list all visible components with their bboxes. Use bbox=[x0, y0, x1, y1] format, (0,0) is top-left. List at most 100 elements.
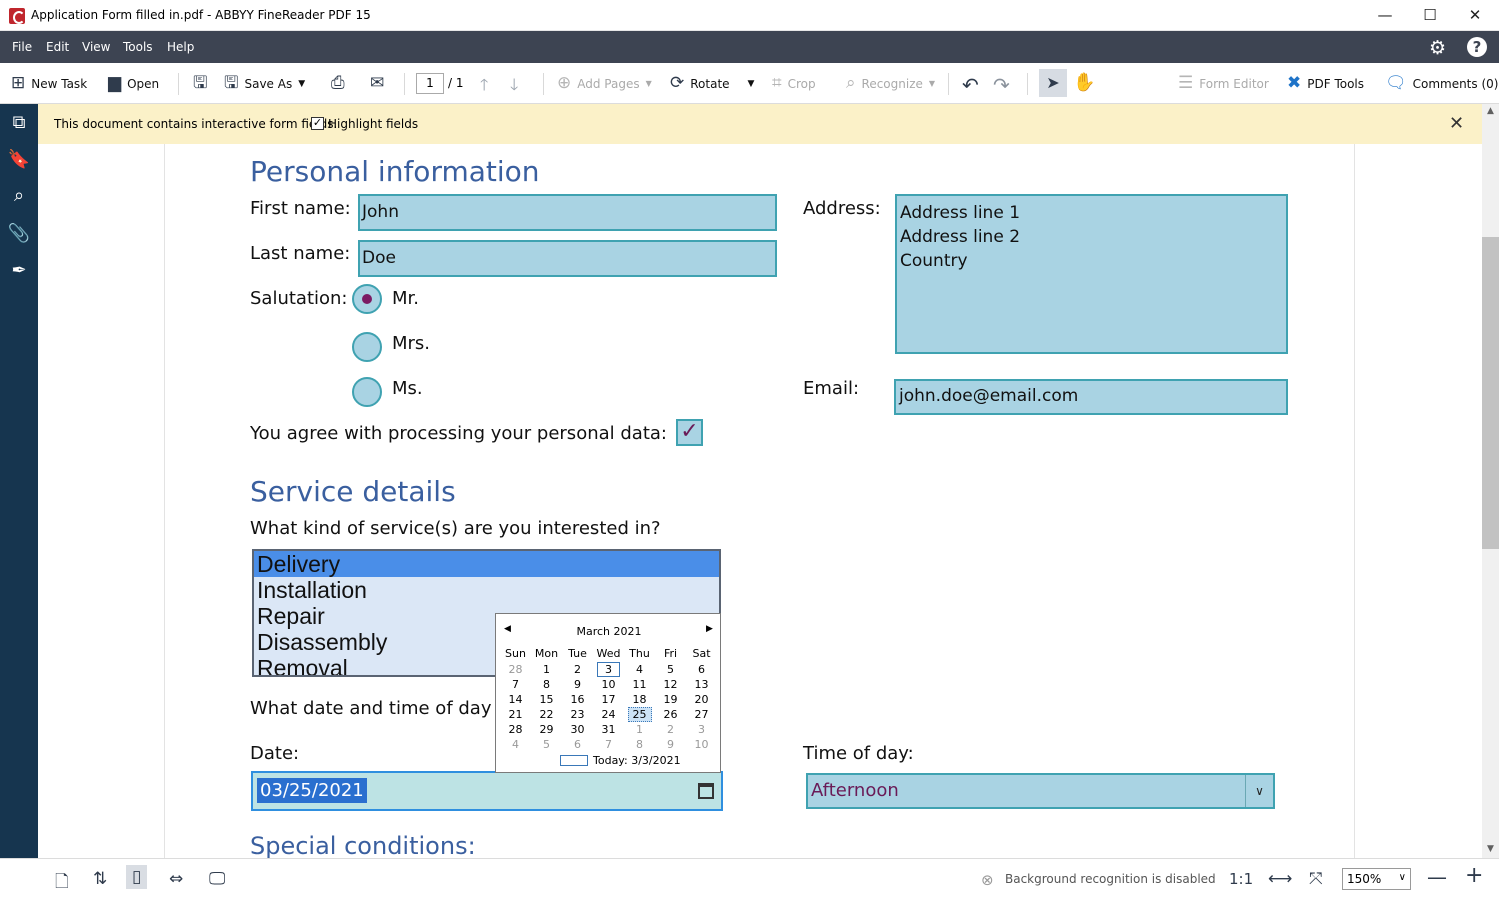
time-of-day-dropdown[interactable]: Afternoon ∨ bbox=[806, 773, 1275, 809]
calendar-day[interactable]: 22 bbox=[531, 708, 562, 721]
menu-file[interactable]: File bbox=[12, 40, 32, 54]
add-pages-button[interactable]: ⊕ Add Pages ▼ bbox=[557, 63, 652, 104]
email-button[interactable]: ✉ bbox=[370, 63, 384, 104]
calendar-day[interactable]: 5 bbox=[531, 738, 562, 751]
calendar-day[interactable]: 4 bbox=[500, 738, 531, 751]
zoom-out-icon[interactable]: — bbox=[1427, 865, 1447, 889]
salutation-mrs-radio[interactable] bbox=[352, 332, 382, 362]
calendar-day[interactable]: 27 bbox=[686, 708, 717, 721]
next-month-arrow-icon[interactable]: ▶ bbox=[706, 624, 713, 634]
calendar-day[interactable]: 19 bbox=[655, 693, 686, 706]
calendar-day[interactable]: 3 bbox=[593, 662, 624, 677]
calendar-day[interactable]: 30 bbox=[562, 723, 593, 736]
date-field[interactable]: 03/25/2021 bbox=[251, 771, 723, 811]
calendar-day[interactable]: 1 bbox=[531, 663, 562, 676]
calendar-day[interactable]: 23 bbox=[562, 708, 593, 721]
calendar-day[interactable]: 2 bbox=[655, 723, 686, 736]
open-button[interactable]: ▆ Open bbox=[108, 63, 159, 104]
print-button[interactable]: ⎙ bbox=[331, 63, 345, 104]
signature-pen-icon[interactable]: ✒ bbox=[0, 260, 38, 281]
pdf-tools-button[interactable]: ✖ PDF Tools bbox=[1287, 63, 1364, 104]
menu-help[interactable]: Help bbox=[167, 40, 194, 54]
settings-gear-icon[interactable]: ⚙ bbox=[1429, 37, 1446, 59]
close-notice-icon[interactable]: ✕ bbox=[1449, 113, 1464, 134]
scroll-down-arrow-icon[interactable]: ▼ bbox=[1482, 844, 1499, 854]
rotate-dropdown-icon[interactable]: ▼ bbox=[748, 79, 755, 89]
calendar-day[interactable]: 29 bbox=[531, 723, 562, 736]
email-field[interactable]: john.doe@email.com bbox=[894, 379, 1288, 415]
fit-page-view-icon[interactable]: ⇅ bbox=[93, 869, 107, 889]
scroll-up-arrow-icon[interactable]: ▲ bbox=[1482, 106, 1499, 116]
crop-button[interactable]: ⌗ Crop bbox=[772, 63, 816, 104]
address-field[interactable]: Address line 1 Address line 2 Country bbox=[895, 194, 1288, 354]
help-icon[interactable]: ? bbox=[1467, 37, 1487, 57]
calendar-day[interactable]: 25 bbox=[624, 707, 655, 722]
calendar-day[interactable]: 7 bbox=[593, 738, 624, 751]
calendar-day[interactable]: 26 bbox=[655, 708, 686, 721]
continuous-view-icon[interactable]: ⇔ bbox=[169, 869, 183, 889]
calendar-day[interactable]: 10 bbox=[686, 738, 717, 751]
calendar-day[interactable]: 6 bbox=[562, 738, 593, 751]
service-option-installation[interactable]: Installation bbox=[254, 577, 719, 603]
calendar-day[interactable]: 3 bbox=[686, 723, 717, 736]
calendar-day[interactable]: 15 bbox=[531, 693, 562, 706]
close-window-button[interactable]: ✕ bbox=[1452, 0, 1498, 31]
calendar-day[interactable]: 4 bbox=[624, 663, 655, 676]
calendar-day[interactable]: 2 bbox=[562, 663, 593, 676]
today-link[interactable]: Today: 3/3/2021 bbox=[593, 754, 681, 767]
calendar-day[interactable]: 28 bbox=[500, 723, 531, 736]
pages-icon[interactable]: ⧉ bbox=[0, 112, 38, 133]
calendar-day[interactable]: 8 bbox=[624, 738, 655, 751]
calendar-day[interactable]: 7 bbox=[500, 678, 531, 691]
service-option-delivery[interactable]: Delivery bbox=[254, 551, 719, 577]
calendar-day[interactable]: 9 bbox=[562, 678, 593, 691]
calendar-day[interactable]: 10 bbox=[593, 678, 624, 691]
calendar-day[interactable]: 13 bbox=[686, 678, 717, 691]
save-as-button[interactable]: 🖫 Save As ▼ bbox=[224, 63, 305, 104]
form-editor-button[interactable]: ☰ Form Editor bbox=[1178, 63, 1269, 104]
two-page-view-icon[interactable]: ▯ bbox=[126, 865, 148, 889]
chevron-down-icon[interactable]: ∨ bbox=[1245, 775, 1273, 807]
select-cursor-icon[interactable]: ➤ bbox=[1039, 69, 1067, 97]
calendar-day[interactable]: 1 bbox=[624, 723, 655, 736]
first-name-field[interactable]: John bbox=[358, 194, 777, 231]
calendar-day[interactable]: 8 bbox=[531, 678, 562, 691]
zoom-select[interactable]: 150% ∨ bbox=[1342, 868, 1411, 890]
calendar-day[interactable]: 11 bbox=[624, 678, 655, 691]
calendar-day[interactable]: 16 bbox=[562, 693, 593, 706]
calendar-day[interactable]: 18 bbox=[624, 693, 655, 706]
calendar-icon[interactable] bbox=[698, 783, 714, 799]
calendar-day[interactable]: 12 bbox=[655, 678, 686, 691]
menu-view[interactable]: View bbox=[82, 40, 110, 54]
calendar-day[interactable]: 5 bbox=[655, 663, 686, 676]
bookmark-icon[interactable]: 🔖 bbox=[0, 149, 38, 170]
scrollbar-thumb[interactable] bbox=[1482, 237, 1499, 549]
single-page-view-icon[interactable]: 🗋 bbox=[55, 869, 69, 898]
salutation-mr-radio[interactable] bbox=[352, 284, 382, 314]
salutation-ms-radio[interactable] bbox=[352, 377, 382, 407]
calendar-day[interactable]: 6 bbox=[686, 663, 717, 676]
minimize-button[interactable]: — bbox=[1362, 0, 1408, 31]
next-page-arrow-icon[interactable]: 🡓 bbox=[510, 74, 518, 101]
redo-icon[interactable]: ↷ bbox=[993, 73, 1010, 97]
last-name-field[interactable]: Doe bbox=[358, 240, 777, 277]
agree-checkbox[interactable]: ✓ bbox=[676, 419, 703, 446]
highlight-fields-checkbox[interactable]: ✓ bbox=[311, 117, 324, 130]
hand-tool-icon[interactable]: ✋ bbox=[1073, 72, 1095, 93]
recognize-button[interactable]: ⌕ Recognize ▼ bbox=[846, 63, 935, 104]
full-screen-monitor-icon[interactable]: 🖵 bbox=[209, 869, 225, 889]
rotate-button[interactable]: ⟳ Rotate ▼ bbox=[670, 63, 754, 104]
fit-page-icon[interactable]: ⤧ bbox=[1309, 869, 1323, 889]
fit-width-icon[interactable]: ⟷ bbox=[1268, 869, 1292, 889]
save-as-dropdown-icon[interactable]: ▼ bbox=[298, 79, 305, 89]
page-number-input[interactable]: 1 bbox=[416, 73, 444, 94]
comments-button[interactable]: 🗨 Comments (0) bbox=[1385, 63, 1498, 104]
undo-icon[interactable]: ↶ bbox=[962, 73, 979, 97]
menu-edit[interactable]: Edit bbox=[46, 40, 69, 54]
calendar-day[interactable]: 28 bbox=[500, 663, 531, 676]
calendar-day[interactable]: 14 bbox=[500, 693, 531, 706]
calendar-day[interactable]: 20 bbox=[686, 693, 717, 706]
calendar-day[interactable]: 31 bbox=[593, 723, 624, 736]
actual-size-button[interactable]: 1:1 bbox=[1229, 870, 1253, 888]
attachment-icon[interactable]: 📎 bbox=[0, 223, 38, 244]
